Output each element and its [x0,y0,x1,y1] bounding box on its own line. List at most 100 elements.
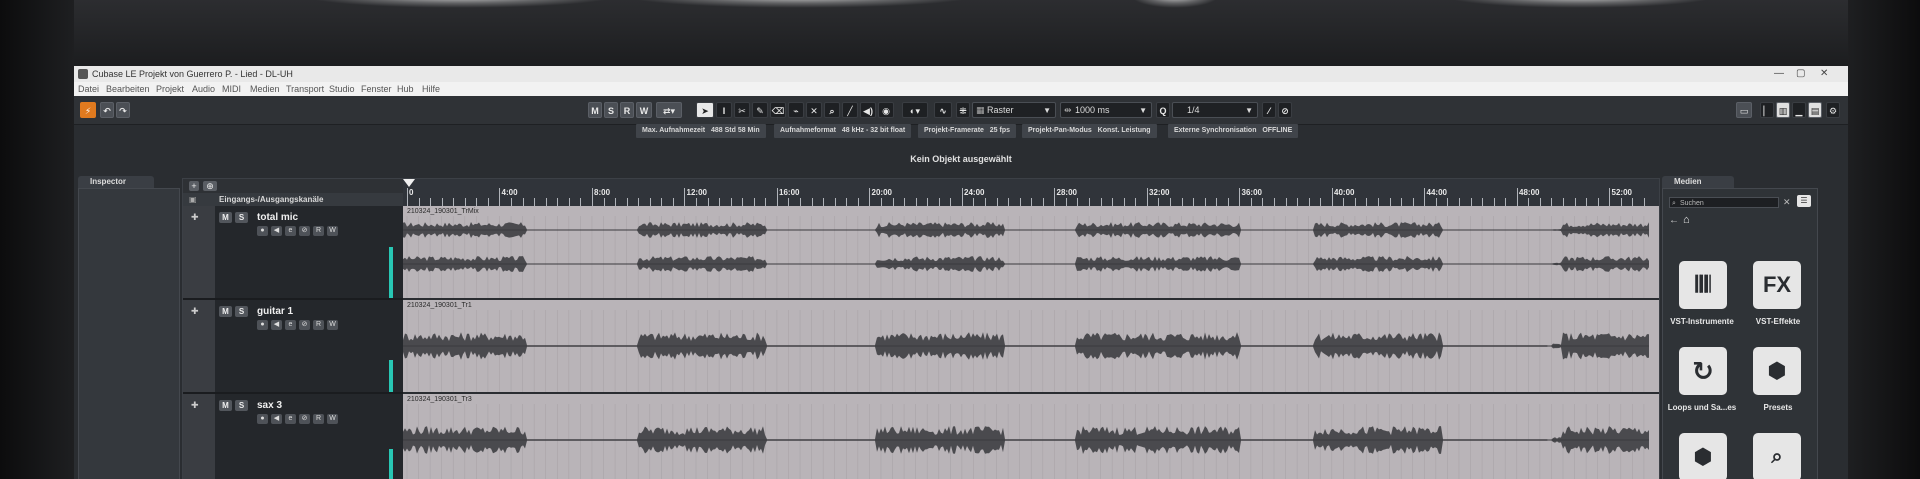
snap-type-select[interactable]: ▦ Raster ▼ [972,102,1056,118]
menu-audio[interactable]: Audio [192,84,215,94]
track-name[interactable]: total mic [257,212,298,223]
menu-midi[interactable]: MIDI [222,84,241,94]
split-tool-icon[interactable]: ✂ [734,102,750,118]
tab-medien[interactable]: Medien [1662,176,1734,188]
add-track-icon[interactable]: + [189,181,199,191]
solo-button[interactable]: S [235,400,248,411]
vst-effects-tile[interactable]: FX [1753,261,1801,309]
vst-instruments-tile[interactable]: 𝄃𝄃𝄃 [1679,261,1727,309]
menu-transport[interactable]: Transport [286,84,324,94]
maximize-button[interactable]: ▢ [1796,68,1805,79]
edit-channel-icon[interactable]: e [285,226,296,236]
mute-button[interactable]: M [219,306,232,317]
zoom-tool-icon[interactable]: ⌕ [824,102,840,118]
menu-datei[interactable]: Datei [78,84,99,94]
browse-tile[interactable]: ⌕ [1753,433,1801,479]
redo-icon[interactable]: ↷ [116,102,130,118]
track-fold-icon[interactable]: ✚ [191,306,199,317]
menu-fenster[interactable]: Fenster [361,84,392,94]
menu-medien[interactable]: Medien [250,84,280,94]
status-pan-mode[interactable]: Projekt-Pan-Modus Konst. Leistung [1022,124,1157,138]
edit-channel-icon[interactable]: e [285,414,296,424]
menu-hub[interactable]: Hub [397,84,414,94]
read-mode-button[interactable]: R [620,102,634,118]
record-enable-icon[interactable]: ◀ [271,226,282,236]
audio-event[interactable]: 210324_190301_TrMix [403,206,1659,300]
mute-button[interactable]: M [219,400,232,411]
monitor-icon[interactable]: ● [257,226,268,236]
line-tool-icon[interactable]: ╱ [842,102,858,118]
status-max-record-time[interactable]: Max. Aufnahmezeit 488 Std 58 Min [636,124,766,138]
project-cursor-icon[interactable] [403,179,415,187]
read-automation-button[interactable]: R [313,226,324,236]
automation-mode-icon[interactable]: ⇄▾ [656,102,682,118]
status-record-format[interactable]: Aufnahmeformat 48 kHz - 32 bit float [774,124,912,138]
menu-hilfe[interactable]: Hilfe [422,84,440,94]
settings-icon[interactable]: ⚙ [1826,102,1840,118]
glue-tool-icon[interactable]: ⌁ [788,102,804,118]
draw-tool-icon[interactable]: ✎ [752,102,768,118]
undo-icon[interactable]: ↶ [100,102,114,118]
loops-and-samples-tile[interactable]: ↻ [1679,347,1727,395]
ruler[interactable]: 0 4:00 8:00 12:00 16:00 20:00 24:00 28:00 32:00 3… [403,179,1659,207]
erase-tool-icon[interactable]: ⌫ [770,102,786,118]
write-automation-button[interactable]: W [327,414,338,424]
snap-toggle-icon[interactable]: ⁜ [956,102,970,118]
record-enable-icon[interactable]: ◀ [271,320,282,330]
left-zone-toggle-icon[interactable]: ▏ [1760,102,1774,118]
menu-projekt[interactable]: Projekt [156,84,184,94]
snap-to-zero-icon[interactable]: ∿ [934,102,952,118]
audio-event[interactable]: 210324_190301_Tr3 [403,394,1659,479]
solo-mode-button[interactable]: S [604,102,618,118]
monitor-icon[interactable]: ● [257,320,268,330]
solo-button[interactable]: S [235,306,248,317]
minimize-button[interactable]: — [1774,68,1784,79]
mute-button[interactable]: M [219,212,232,223]
inspector-toggle-icon[interactable]: ▥ [1776,102,1790,118]
lock-icon[interactable]: ⊘ [299,414,310,424]
write-automation-button[interactable]: W [327,320,338,330]
read-automation-button[interactable]: R [313,320,324,330]
back-arrow-icon[interactable]: ← [1669,215,1679,226]
auto-scroll-icon[interactable]: ◐▾ [902,102,928,118]
mute-mode-button[interactable]: M [588,102,602,118]
track-fold-icon[interactable]: ✚ [191,400,199,411]
range-tool-icon[interactable]: I [716,102,732,118]
write-mode-button[interactable]: W [636,102,652,118]
track-header-2[interactable]: ✚ M Sguitar 1 ● ◀ e ⊘ R W [183,300,403,394]
write-automation-button[interactable]: W [327,226,338,236]
list-view-icon[interactable]: ☰ [1797,195,1811,207]
read-automation-button[interactable]: R [313,414,324,424]
status-external-sync[interactable]: Externe Synchronisation OFFLINE [1168,124,1299,138]
clear-search-icon[interactable]: ✕ [1783,197,1791,208]
lower-zone-toggle-icon[interactable]: ▁ [1792,102,1806,118]
audio-event[interactable]: 210324_190301_Tr1 [403,300,1659,394]
edit-channel-icon[interactable]: e [285,320,296,330]
play-tool-icon[interactable]: ◀) [860,102,876,118]
track-header-3[interactable]: ✚ M Ssax 3 ● ◀ e ⊘ R W [183,394,403,479]
constrain-delay-compensation-button[interactable]: ⚡ [80,102,96,118]
menu-studio[interactable]: Studio [329,84,355,94]
record-enable-icon[interactable]: ◀ [271,414,282,424]
lock-icon[interactable]: ⊘ [299,226,310,236]
right-zone-toggle-icon[interactable]: ▤ [1808,102,1822,118]
quantize-icon[interactable]: Q [1156,102,1170,118]
presets-tile[interactable]: ⬢ [1753,347,1801,395]
track-name[interactable]: guitar 1 [257,306,293,317]
track-fold-icon[interactable]: ✚ [191,212,199,223]
track-name[interactable]: sax 3 [257,400,282,411]
status-framerate[interactable]: Projekt-Framerate 25 fps [918,124,1016,138]
lock-icon[interactable]: ⊘ [299,320,310,330]
color-tool-icon[interactable]: ◉ [878,102,894,118]
home-icon[interactable]: ⌂ [1683,214,1690,226]
search-input[interactable]: ⌕ Suchen [1669,197,1779,208]
window-layout-icon[interactable]: ▭ [1736,102,1752,118]
track-presets-icon[interactable]: ⊕ [203,181,217,191]
object-selection-tool-icon[interactable]: ➤ [696,102,714,118]
tab-inspector[interactable]: Inspector [78,176,154,188]
solo-button[interactable]: S [235,212,248,223]
grid-time-select[interactable]: ⇹ 1000 ms ▼ [1060,102,1152,118]
monitor-icon[interactable]: ● [257,414,268,424]
quantize-settings-icon[interactable]: ⊘ [1278,102,1292,118]
mute-tool-icon[interactable]: ✕ [806,102,822,118]
